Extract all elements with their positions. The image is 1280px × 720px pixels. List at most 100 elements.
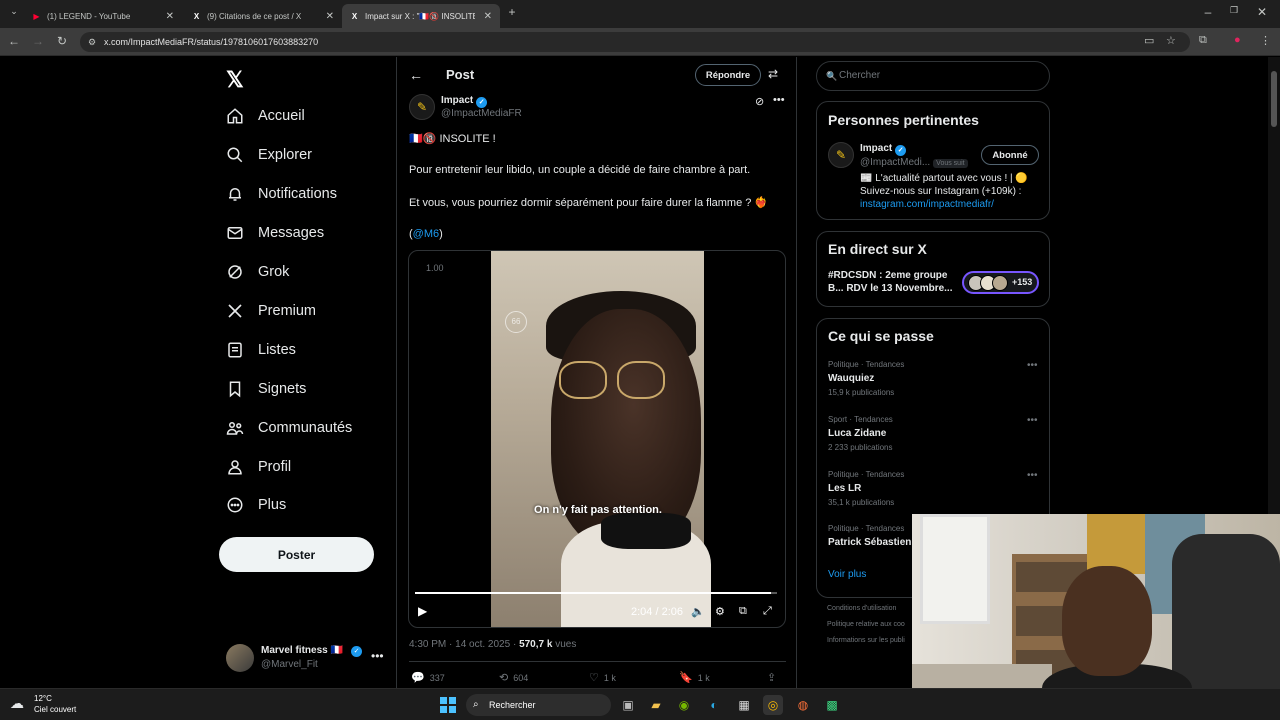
nav-item-premium[interactable]: Premium xyxy=(226,296,316,326)
nav-item-bookmarks[interactable]: Signets xyxy=(226,374,306,404)
address-bar-row: ← → ↻ ⚙ x.com/ImpactMediaFR/status/19781… xyxy=(0,28,1280,56)
footer-link[interactable]: Politique relative aux coo xyxy=(827,621,905,628)
profile-avatar-icon[interactable]: ● xyxy=(1234,34,1241,46)
minimize-icon[interactable]: – xyxy=(1200,5,1216,19)
nav-item-grok[interactable]: Grok xyxy=(226,257,289,287)
cloud-icon[interactable]: ☁ xyxy=(10,695,30,713)
menu-icon[interactable]: ⋮ xyxy=(1260,34,1271,47)
chrome-icon[interactable]: ◎ xyxy=(763,695,783,715)
more-icon[interactable]: ••• xyxy=(1027,470,1038,481)
nav-item-messages[interactable]: Messages xyxy=(226,218,324,248)
trend-name[interactable]: Les LR xyxy=(828,483,861,494)
avatar[interactable]: ✎ xyxy=(828,142,854,168)
weather-temp: 12°C xyxy=(34,694,52,703)
tab-youtube[interactable]: ▶ (1) LEGEND - YouTube ✕ xyxy=(24,4,182,28)
paren-close: ) xyxy=(439,228,443,240)
site-info-icon[interactable]: ⚙ xyxy=(88,32,96,52)
install-icon[interactable]: ▭ xyxy=(1144,34,1154,47)
extensions-icon[interactable]: ⧉ xyxy=(1199,34,1207,47)
relevant-name-row[interactable]: Impact ✓ xyxy=(860,143,907,156)
trend-name[interactable]: Patrick Sébastien xyxy=(828,537,911,548)
nav-item-lists[interactable]: Listes xyxy=(226,335,296,365)
play-icon[interactable]: ▶ xyxy=(418,604,427,618)
views-label: vues xyxy=(552,639,577,650)
nav-item-communities[interactable]: Communautés xyxy=(226,413,352,443)
forward-icon[interactable]: → xyxy=(30,34,46,48)
reply-action[interactable]: 💬 337 xyxy=(411,671,445,684)
account-switcher[interactable]: Marvel fitness 🇫🇷 ✓ @Marvel_Fit ••• xyxy=(226,641,386,673)
search-icon: ⌕ xyxy=(473,699,479,710)
relevant-bio-link[interactable]: instagram.com/impactmediafr/ xyxy=(860,199,994,210)
close-icon[interactable]: ✕ xyxy=(166,11,174,22)
close-icon[interactable]: ✕ xyxy=(326,11,334,22)
nav-item-notifications[interactable]: Notifications xyxy=(226,179,337,209)
url-field[interactable]: ⚙ x.com/ImpactMediaFR/status/19781060176… xyxy=(80,32,1190,52)
fullscreen-icon[interactable]: ⤢ xyxy=(763,605,772,618)
store-icon[interactable]: ▦ xyxy=(734,695,754,715)
post-button[interactable]: Poster xyxy=(219,537,374,572)
scrollbar-thumb[interactable] xyxy=(1271,71,1277,127)
mention-link[interactable]: @M6 xyxy=(413,228,439,240)
author-name-row[interactable]: Impact ✓ xyxy=(441,95,488,108)
video-progress-bar[interactable] xyxy=(415,592,777,594)
app-icon[interactable]: ▩ xyxy=(822,695,842,715)
new-tab-icon[interactable]: + xyxy=(504,5,520,19)
settings-icon[interactable]: ⚙ xyxy=(715,605,725,618)
live-event[interactable]: #RDCSDN : 2eme groupe B... RDV le 13 Nov… xyxy=(828,269,958,295)
author-handle[interactable]: @ImpactMediaFR xyxy=(441,108,522,119)
live-participants-pill[interactable]: +153 xyxy=(962,271,1039,294)
more-icon[interactable]: ••• xyxy=(773,94,785,106)
tab-citations[interactable]: X (9) Citations de ce post / X ✕ xyxy=(184,4,342,28)
nav-item-profile[interactable]: Profil xyxy=(226,452,291,482)
window-close-icon[interactable]: ✕ xyxy=(1254,5,1270,19)
trend-name[interactable]: Wauquiez xyxy=(828,373,874,384)
settings-sliders-icon[interactable]: ⇄ xyxy=(768,67,778,81)
grok-icon[interactable]: ⊘ xyxy=(755,95,764,108)
volume-icon[interactable]: 🔈 xyxy=(691,605,705,618)
reload-icon[interactable]: ↻ xyxy=(54,34,70,48)
communities-icon xyxy=(226,419,244,437)
star-icon[interactable]: ☆ xyxy=(1166,34,1176,47)
nav-item-explore[interactable]: Explorer xyxy=(226,140,312,170)
follow-button[interactable]: Abonné xyxy=(981,145,1039,165)
footer-link[interactable]: Conditions d'utilisation xyxy=(827,605,896,612)
windows-start-icon[interactable] xyxy=(440,697,456,713)
back-arrow-icon[interactable]: ← xyxy=(409,67,423,83)
search-input[interactable]: 🔍 Chercher xyxy=(816,61,1050,91)
tab-impact[interactable]: X Impact sur X : "🇫🇷🔞 INSOLITE ! ✕ xyxy=(342,4,500,28)
file-explorer-icon[interactable]: ▰ xyxy=(646,695,666,715)
taskbar-search[interactable]: ⌕ Rechercher xyxy=(466,694,611,716)
edge-icon[interactable]: ◐ xyxy=(704,695,724,715)
author-avatar[interactable]: ✎ xyxy=(409,94,435,120)
follows-you-badge: Vous suit xyxy=(933,159,968,168)
task-view-icon[interactable]: ▣ xyxy=(618,695,638,715)
video-player[interactable]: 66 1.00 On n'y fait pas attention. ▶ 2:0… xyxy=(408,250,786,628)
bookmark-action[interactable]: 🔖 1 k xyxy=(679,671,710,684)
share-action[interactable]: ⇪ xyxy=(767,671,781,684)
repost-action[interactable]: ⟲ 604 xyxy=(499,671,528,684)
nvidia-icon[interactable]: ◉ xyxy=(674,695,694,715)
nav-label: Listes xyxy=(258,342,296,358)
nav-item-more[interactable]: Plus xyxy=(226,490,286,520)
url-text: x.com/ImpactMediaFR/status/1978106017603… xyxy=(104,37,319,47)
more-icon[interactable]: ••• xyxy=(1027,360,1038,371)
restore-icon[interactable]: ❐ xyxy=(1226,5,1242,16)
close-icon[interactable]: ✕ xyxy=(484,11,492,22)
tab-search-icon[interactable]: ⌄ xyxy=(6,6,22,17)
x-logo-icon[interactable]: 𝕏 xyxy=(226,67,244,93)
grok-icon xyxy=(226,263,244,281)
back-icon[interactable]: ← xyxy=(6,34,22,48)
tab-label: Impact sur X : "🇫🇷🔞 INSOLITE ! xyxy=(365,11,475,21)
like-action[interactable]: ♡ 1 k xyxy=(589,671,616,684)
trend-name[interactable]: Luca Zidane xyxy=(828,428,886,439)
firefox-icon[interactable]: ◍ xyxy=(793,695,813,715)
see-more-link[interactable]: Voir plus xyxy=(828,569,866,580)
nav-item-home[interactable]: Accueil xyxy=(226,101,305,131)
more-icon[interactable]: ••• xyxy=(371,649,384,663)
pip-icon[interactable]: ⧉ xyxy=(739,605,747,618)
more-icon[interactable]: ••• xyxy=(1027,415,1038,426)
reply-button[interactable]: Répondre xyxy=(695,64,761,86)
video-time: 2:04 / 2:06 xyxy=(631,606,683,618)
post-text-line-2: Pour entretenir leur libido, un couple a… xyxy=(409,164,751,176)
footer-link[interactable]: Informations sur les publi xyxy=(827,637,905,644)
